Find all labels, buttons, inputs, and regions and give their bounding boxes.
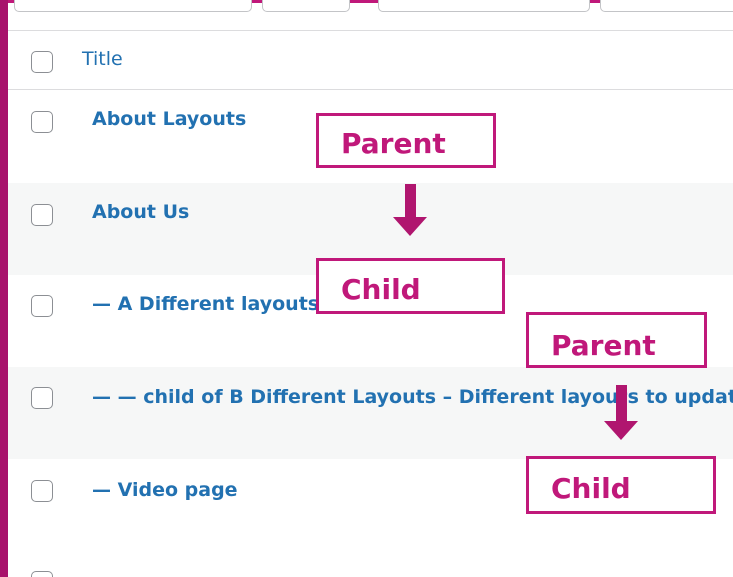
row-checkbox[interactable]	[31, 111, 53, 133]
filter-control-3[interactable]	[378, 0, 590, 12]
row-title-link[interactable]: — A Different layouts	[92, 293, 319, 315]
frame-left-border	[0, 0, 8, 577]
arrow-head-icon	[393, 217, 427, 236]
row-title-link[interactable]: About Us	[92, 201, 189, 223]
row-checkbox[interactable]	[31, 295, 53, 317]
annotation-child-1: Child	[316, 258, 505, 314]
arrow-down-icon	[405, 184, 416, 218]
column-title[interactable]: Title	[82, 48, 123, 70]
arrow-head-icon	[604, 421, 638, 440]
row-checkbox[interactable]	[31, 480, 53, 502]
row-title-link[interactable]: About Layouts	[92, 108, 246, 130]
annotation-child-2: Child	[526, 456, 716, 514]
filter-control-4[interactable]	[600, 0, 733, 12]
filter-control-1[interactable]	[14, 0, 252, 12]
annotation-parent-2-label: Parent	[551, 329, 656, 362]
annotation-parent-1-label: Parent	[341, 127, 446, 160]
annotation-parent-2: Parent	[526, 312, 707, 368]
row-title-link[interactable]: — — child of B Different Layouts – Diffe…	[92, 386, 733, 408]
select-all-checkbox[interactable]	[31, 51, 53, 73]
row-checkbox-partial[interactable]	[31, 571, 53, 577]
arrow-down-icon	[616, 385, 627, 422]
annotation-child-2-label: Child	[551, 472, 631, 505]
annotation-parent-1: Parent	[316, 113, 496, 168]
filter-control-2[interactable]	[262, 0, 350, 12]
row-checkbox[interactable]	[31, 204, 53, 226]
row-title-link[interactable]: — Video page	[92, 479, 238, 501]
row-checkbox[interactable]	[31, 387, 53, 409]
annotation-child-1-label: Child	[341, 273, 421, 306]
